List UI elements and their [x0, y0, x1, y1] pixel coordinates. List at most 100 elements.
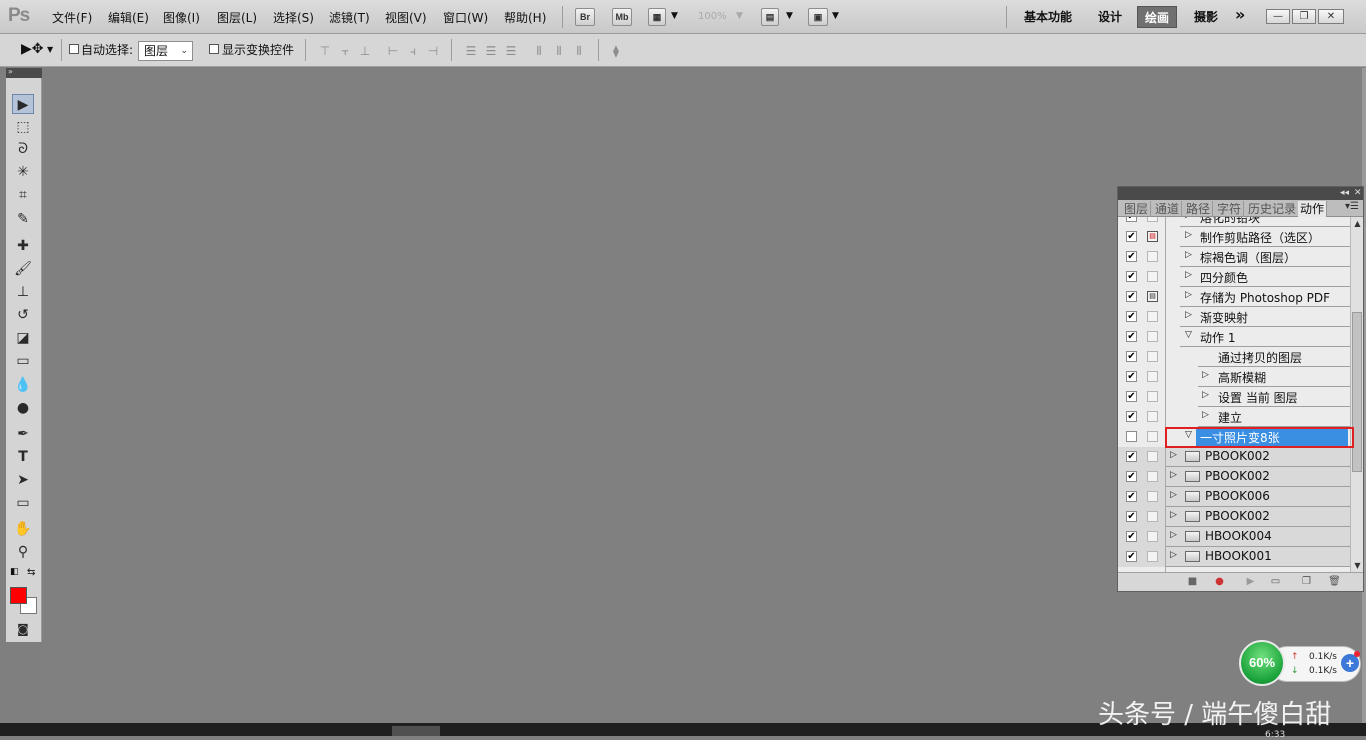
tab-channels[interactable]: 通道 [1153, 201, 1183, 217]
gradient-tool-icon[interactable]: ▭ [12, 351, 34, 371]
path-selection-tool-icon[interactable]: ➤ [12, 470, 34, 490]
dialog-toggle-icon[interactable] [1147, 431, 1158, 442]
dialog-toggle-icon[interactable] [1147, 351, 1158, 362]
healing-brush-tool-icon[interactable]: ✚ [12, 236, 34, 256]
quick-selection-tool-icon[interactable]: ✳ [12, 162, 34, 182]
action-toggle-checkbox[interactable]: ✔ [1126, 311, 1137, 322]
action-toggle-checkbox[interactable]: ✔ [1126, 371, 1137, 382]
dialog-toggle-icon[interactable] [1147, 391, 1158, 402]
eyedropper-tool-icon[interactable]: ✎ [12, 209, 34, 229]
network-speed-widget[interactable]: 60% ↑ ↓ 0.1K/s 0.1K/s + [1239, 640, 1363, 688]
align-horizontal-center-icon[interactable]: ⫞ [406, 44, 420, 58]
action-toggle-checkbox[interactable]: ✔ [1126, 351, 1137, 362]
distribute-vertical-center-icon[interactable]: ☰ [484, 44, 498, 58]
action-row[interactable]: ✔ ▷ 设置 当前 图层 [1118, 387, 1350, 407]
expand-triangle-icon[interactable]: ▷ [1185, 310, 1192, 320]
distribute-top-icon[interactable]: ☰ [464, 44, 478, 58]
pen-tool-icon[interactable]: ✒ [12, 424, 34, 444]
delete-icon[interactable]: 🗑 [1328, 576, 1341, 588]
align-left-icon[interactable]: ⊢ [386, 44, 400, 58]
restore-button[interactable]: ❐ [1292, 9, 1316, 24]
show-transform-checkbox[interactable] [209, 44, 219, 54]
menu-layer[interactable]: 图层(L) [217, 9, 257, 26]
action-toggle-checkbox[interactable]: ✔ [1126, 511, 1137, 522]
auto-select-checkbox[interactable] [69, 44, 79, 54]
action-row[interactable]: ✔ ▷ 渐变映射 [1118, 307, 1350, 327]
dialog-toggle-icon[interactable] [1147, 411, 1158, 422]
minimize-button[interactable]: — [1266, 9, 1290, 24]
expand-triangle-icon[interactable]: ▷ [1202, 410, 1209, 420]
close-panel-icon[interactable]: ✕ [1354, 187, 1362, 200]
action-row[interactable]: ✔ ▷ 棕褐色调（图层） [1118, 247, 1350, 267]
clone-stamp-tool-icon[interactable]: ⊥ [12, 282, 34, 302]
expand-triangle-icon[interactable]: ▷ [1185, 250, 1192, 260]
dodge-tool-icon[interactable]: ● [12, 398, 34, 418]
dialog-toggle-icon[interactable] [1147, 217, 1158, 222]
workspace-painting[interactable]: 绘画 [1137, 6, 1177, 28]
dialog-toggle-icon[interactable] [1147, 551, 1158, 562]
swap-colors-icon[interactable]: ⇆ [27, 567, 35, 578]
action-set-row[interactable]: ✔ ▷ PBOOK002 [1118, 507, 1350, 527]
dialog-toggle-icon[interactable] [1147, 511, 1158, 522]
more-workspaces-icon[interactable]: » [1235, 5, 1245, 24]
workspace-photography[interactable]: 摄影 [1194, 8, 1218, 25]
eraser-tool-icon[interactable]: ◪ [12, 328, 34, 348]
menu-image[interactable]: 图像(I) [163, 9, 200, 26]
chevron-down-icon[interactable]: ▼ [832, 11, 839, 21]
crop-tool-icon[interactable]: ⌗ [12, 185, 34, 205]
dialog-toggle-icon[interactable] [1147, 311, 1158, 322]
brush-tool-icon[interactable]: 🖌 [12, 259, 34, 279]
dialog-toggle-icon[interactable] [1147, 531, 1158, 542]
expand-triangle-icon[interactable]: ▷ [1185, 217, 1192, 220]
tab-character[interactable]: 字符 [1215, 201, 1245, 217]
action-row[interactable]: ✔ ▷ 熔化的铅块 [1118, 217, 1350, 227]
panel-title-bar[interactable]: ◂◂ ✕ [1118, 187, 1363, 200]
expand-triangle-icon[interactable]: ▷ [1170, 550, 1177, 560]
default-colors-icon[interactable]: ◧ [10, 567, 19, 577]
expand-panel-icon[interactable]: » [8, 67, 13, 76]
action-toggle-checkbox[interactable]: ✔ [1126, 251, 1137, 262]
expand-triangle-icon[interactable]: ▷ [1202, 390, 1209, 400]
dialog-toggle-icon[interactable]: ▤ [1147, 291, 1158, 302]
record-icon[interactable]: ● [1213, 576, 1226, 588]
align-top-icon[interactable]: ⊤ [318, 44, 332, 58]
tab-paths[interactable]: 路径 [1184, 201, 1214, 217]
collapse-triangle-icon[interactable]: ▽ [1185, 330, 1192, 340]
chevron-down-icon[interactable]: ▼ [786, 11, 793, 21]
expand-triangle-icon[interactable]: ▷ [1170, 510, 1177, 520]
action-toggle-checkbox[interactable]: ✔ [1126, 391, 1137, 402]
expand-triangle-icon[interactable]: ▷ [1170, 470, 1177, 480]
action-toggle-checkbox[interactable] [1126, 431, 1137, 442]
action-toggle-checkbox[interactable]: ✔ [1126, 271, 1137, 282]
action-toggle-checkbox[interactable]: ✔ [1126, 491, 1137, 502]
action-set-row[interactable]: ✔ ▷ HBOOK001 [1118, 547, 1350, 567]
action-row[interactable]: ✔ ▷ 建立 [1118, 407, 1350, 427]
dialog-toggle-icon[interactable] [1147, 491, 1158, 502]
menu-help[interactable]: 帮助(H) [504, 9, 546, 26]
dialog-toggle-icon[interactable] [1147, 471, 1158, 482]
new-set-icon[interactable]: ▭ [1269, 576, 1282, 588]
align-bottom-icon[interactable]: ⊥ [358, 44, 372, 58]
dialog-toggle-icon[interactable] [1147, 451, 1158, 462]
taskbar-button[interactable] [392, 726, 440, 736]
menu-edit[interactable]: 编辑(E) [108, 9, 149, 26]
expand-triangle-icon[interactable]: ▷ [1170, 490, 1177, 500]
type-tool-icon[interactable]: T [12, 447, 34, 467]
chevron-down-icon[interactable]: ▼ [47, 45, 53, 54]
menu-filter[interactable]: 滤镜(T) [329, 9, 370, 26]
action-set-row[interactable]: ✔ ▷ HBOOK004 [1118, 527, 1350, 547]
action-row[interactable]: ✔ ▽ 动作 1 [1118, 327, 1350, 347]
foreground-color-swatch[interactable] [10, 587, 27, 604]
chevron-down-icon[interactable]: ▼ [736, 11, 743, 21]
action-toggle-checkbox[interactable]: ✔ [1126, 531, 1137, 542]
menu-window[interactable]: 窗口(W) [443, 9, 488, 26]
workspace-essentials[interactable]: 基本功能 [1024, 8, 1072, 25]
action-toggle-checkbox[interactable]: ✔ [1126, 551, 1137, 562]
distribute-right-icon[interactable]: ⦀ [572, 44, 586, 58]
action-set-row[interactable]: ✔ ▷ PBOOK002 [1118, 467, 1350, 487]
menu-select[interactable]: 选择(S) [273, 9, 314, 26]
new-action-icon[interactable]: ❐ [1300, 576, 1313, 588]
move-tool-preset-icon[interactable]: ▶✥ [21, 41, 44, 57]
tools-panel-header[interactable]: » [6, 67, 42, 78]
zoom-level[interactable]: 100% [698, 11, 727, 22]
